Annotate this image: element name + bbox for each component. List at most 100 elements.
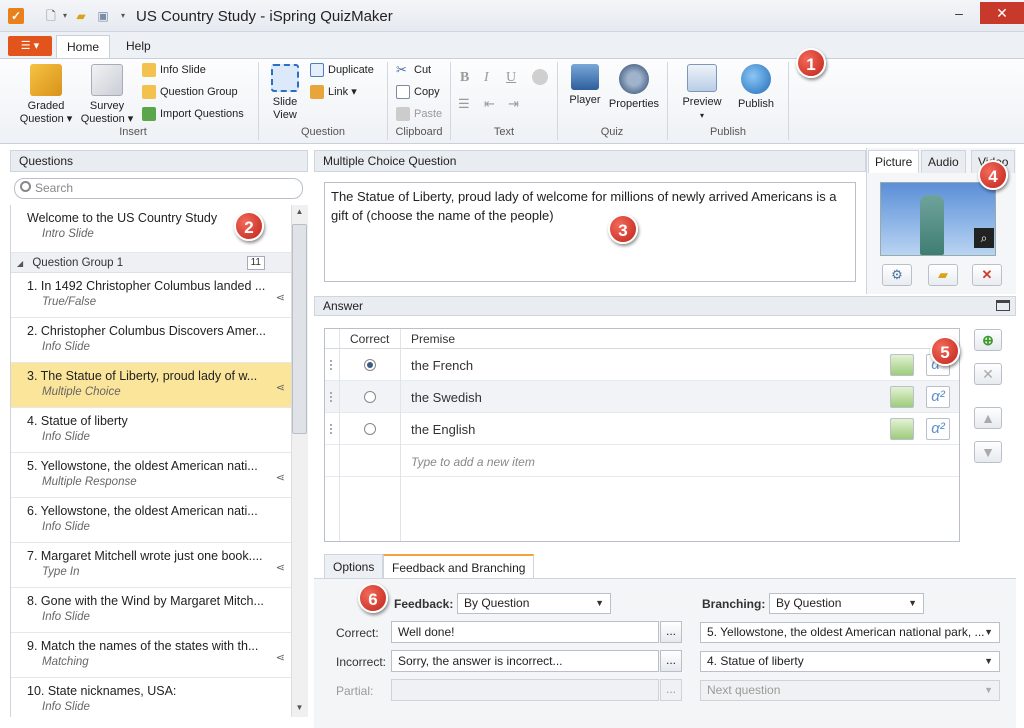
add-image-icon[interactable] — [890, 354, 914, 376]
link-button[interactable]: Link ▾ — [310, 83, 357, 101]
add-image-icon[interactable] — [890, 386, 914, 408]
partial-label: Partial: — [336, 684, 374, 698]
partial-feedback-input[interactable] — [391, 679, 659, 701]
scroll-up-icon[interactable]: ▲ — [291, 207, 308, 221]
group-label-text: Text — [493, 126, 515, 138]
app-checkbox-icon[interactable]: ✓ — [8, 8, 24, 24]
add-answer-button[interactable]: ⊕ — [974, 329, 1002, 351]
tab-feedback-branching[interactable]: Feedback and Branching — [383, 554, 535, 578]
correct-branch-select[interactable]: 5. Yellowstone, the oldest American nati… — [700, 622, 1000, 643]
duplicate-button[interactable]: Duplicate — [310, 61, 374, 79]
feedback-select[interactable]: By Question ▼ — [457, 593, 611, 614]
list-item[interactable]: 7. Margaret Mitchell wrote just one book… — [11, 543, 291, 588]
bullet-list-icon[interactable]: ☰ — [458, 96, 470, 112]
list-item-title: 5. Yellowstone, the oldest American nati… — [27, 459, 258, 473]
copy-icon — [396, 85, 410, 100]
minimize-button[interactable]: – — [944, 2, 974, 24]
equation-icon[interactable]: α² — [926, 386, 950, 408]
column-correct[interactable]: Correct — [350, 332, 389, 346]
question-text-field[interactable]: The Statue of Liberty, proud lady of wel… — [324, 182, 856, 282]
question-group-row[interactable]: ◢ Question Group 1 11 — [11, 253, 291, 273]
scroll-down-icon[interactable]: ▼ — [291, 703, 308, 717]
correct-radio-2[interactable] — [364, 391, 376, 403]
question-group-button[interactable]: Question Group — [142, 83, 238, 101]
drag-handle-icon[interactable] — [330, 392, 334, 402]
customize-toolbar-icon[interactable]: ▾ — [116, 8, 130, 24]
tab-help[interactable]: Help — [116, 35, 161, 58]
zoom-icon[interactable]: ⌕ — [974, 228, 994, 248]
file-menu-button[interactable]: ☰ ▾ — [8, 36, 52, 56]
incorrect-feedback-input[interactable]: Sorry, the answer is incorrect... — [391, 650, 659, 672]
move-up-button[interactable]: ▲ — [974, 407, 1002, 429]
italic-button[interactable]: I — [484, 70, 489, 86]
premise-text-2[interactable]: the Swedish — [411, 390, 482, 405]
list-item[interactable]: 3. The Statue of Liberty, proud lady of … — [11, 363, 291, 408]
premise-text-3[interactable]: the English — [411, 422, 475, 437]
delete-answer-button[interactable]: ✕ — [974, 363, 1002, 385]
list-item[interactable]: 6. Yellowstone, the oldest American nati… — [11, 498, 291, 543]
partial-branch-select[interactable]: Next question ▼ — [700, 680, 1000, 701]
preview-button[interactable]: Preview ▾ — [678, 64, 726, 122]
feedback-label: Feedback: — [394, 597, 454, 611]
correct-feedback-more-button[interactable]: ... — [660, 621, 682, 643]
qa-dropdown-icon[interactable]: ▾ — [58, 8, 72, 24]
bold-button[interactable]: B — [460, 70, 469, 86]
list-item[interactable]: 4. Statue of liberty Info Slide — [11, 408, 291, 453]
slide-view-button[interactable]: Slide View — [264, 64, 306, 122]
correct-radio-3[interactable] — [364, 423, 376, 435]
cut-button[interactable]: ✂ Cut — [396, 61, 431, 79]
picture-delete-button[interactable]: ✕ — [972, 264, 1002, 286]
list-item[interactable]: 10. State nicknames, USA: Info Slide — [11, 678, 291, 717]
copy-button[interactable]: Copy — [396, 83, 440, 101]
search-input[interactable]: Search — [14, 178, 303, 199]
underline-button[interactable]: U — [506, 70, 516, 86]
open-folder-icon[interactable]: ▰ — [74, 8, 88, 24]
close-button[interactable]: ✕ — [980, 2, 1024, 24]
paste-button[interactable]: Paste — [396, 105, 442, 123]
move-down-button[interactable]: ▼ — [974, 441, 1002, 463]
list-item[interactable]: 5. Yellowstone, the oldest American nati… — [11, 453, 291, 498]
drag-handle-icon[interactable] — [330, 360, 334, 370]
new-item-placeholder[interactable]: Type to add a new item — [411, 455, 535, 469]
tab-home[interactable]: Home — [56, 35, 111, 58]
callout-5: 5 — [930, 336, 960, 366]
new-document-icon[interactable]: 🗋 — [44, 8, 58, 24]
scroll-thumb[interactable] — [292, 224, 307, 434]
drag-handle-icon[interactable] — [330, 424, 334, 434]
partial-feedback-more-button[interactable]: ... — [660, 679, 682, 701]
branching-select[interactable]: By Question ▼ — [769, 593, 924, 614]
cut-label: Cut — [414, 64, 432, 76]
tab-audio[interactable]: Audio — [921, 150, 966, 173]
tab-picture[interactable]: Picture — [868, 150, 920, 173]
list-item[interactable]: 8. Gone with the Wind by Margaret Mitch.… — [11, 588, 291, 633]
premise-text-1[interactable]: the French — [411, 358, 473, 373]
equation-icon[interactable]: α² — [926, 418, 950, 440]
graded-question-button[interactable]: Graded Question ▾ — [18, 64, 74, 126]
decrease-indent-icon[interactable]: ⇤ — [484, 96, 495, 112]
copy-label: Copy — [414, 86, 440, 98]
correct-feedback-input[interactable]: Well done! — [391, 621, 659, 643]
incorrect-branch-select[interactable]: 4. Statue of liberty ▼ — [700, 651, 1000, 672]
group-collapse-icon[interactable]: ◢ — [17, 259, 23, 268]
info-slide-button[interactable]: Info Slide — [142, 61, 206, 79]
properties-button[interactable]: Properties — [606, 64, 662, 111]
player-button[interactable]: Player — [566, 64, 604, 107]
picture-settings-button[interactable]: ⚙ — [882, 264, 912, 286]
add-image-icon[interactable] — [890, 418, 914, 440]
list-item[interactable]: 1. In 1492 Christopher Columbus landed .… — [11, 273, 291, 318]
save-icon[interactable]: ▣ — [96, 8, 110, 24]
import-questions-button[interactable]: Import Questions — [142, 105, 244, 123]
publish-button[interactable]: Publish — [732, 64, 780, 111]
list-item[interactable]: 2. Christopher Columbus Discovers Amer..… — [11, 318, 291, 363]
incorrect-feedback-more-button[interactable]: ... — [660, 650, 682, 672]
survey-question-button[interactable]: Survey Question ▾ — [78, 64, 136, 126]
list-item[interactable]: 9. Match the names of the states with th… — [11, 633, 291, 678]
picture-open-button[interactable]: ▰ — [928, 264, 958, 286]
font-color-icon[interactable] — [532, 69, 548, 85]
tab-options[interactable]: Options — [324, 554, 384, 578]
import-questions-label: Import Questions — [160, 108, 244, 120]
maximize-panel-icon[interactable] — [996, 300, 1010, 311]
increase-indent-icon[interactable]: ⇥ — [508, 96, 519, 112]
correct-radio-1[interactable] — [364, 359, 376, 371]
column-premise[interactable]: Premise — [411, 332, 455, 346]
